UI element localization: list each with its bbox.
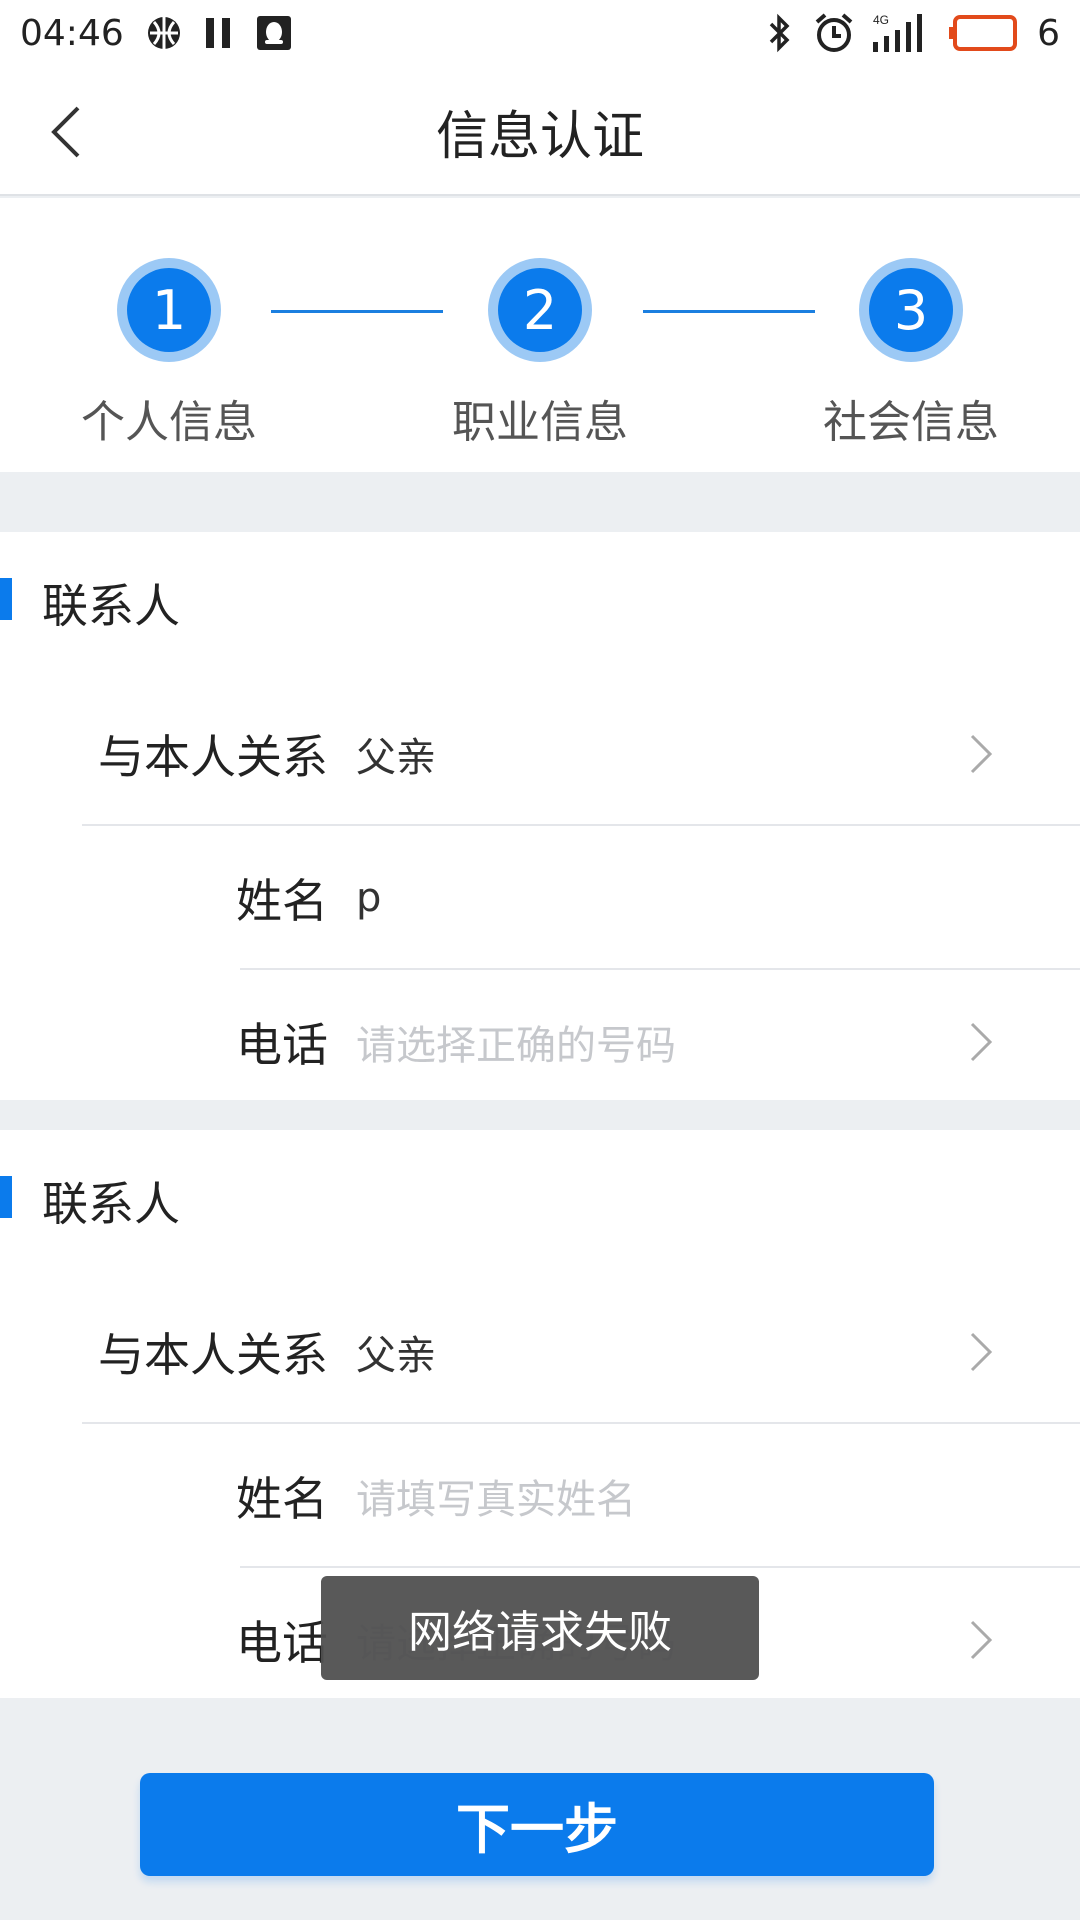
chevron-right-icon	[970, 1332, 993, 1372]
status-time: 04:46	[20, 12, 124, 54]
step-2-circle: 2	[488, 258, 592, 362]
step-3-number: 3	[869, 268, 953, 352]
chevron-right-icon	[970, 734, 993, 774]
back-button[interactable]	[36, 102, 96, 162]
name-row[interactable]: 姓名 请填写真实姓名	[0, 1424, 1080, 1568]
step-3-circle: 3	[859, 258, 963, 362]
relation-value: 父亲	[356, 735, 436, 781]
step-connector	[643, 310, 815, 313]
relation-label: 与本人关系	[98, 730, 328, 784]
name-label: 姓名	[236, 1472, 328, 1526]
relation-row[interactable]: 与本人关系 父亲	[0, 1280, 1080, 1424]
signal-icon: 4G	[873, 12, 931, 54]
section-header: 联系人	[0, 1130, 1080, 1280]
step-1-label: 个人信息	[81, 397, 257, 448]
name-input[interactable]: p	[356, 826, 381, 970]
chevron-left-icon	[51, 106, 80, 158]
phone-row[interactable]: 电话 请选择正确的号码	[0, 970, 1080, 1114]
section-title: 联系人	[42, 579, 180, 633]
relation-value: 父亲	[356, 1333, 436, 1379]
step-1: 1 个人信息	[69, 258, 269, 450]
app-screen: 04:46 4G 6 信息认证 1 个人信息 2 职业信息 3 社会信息 联系人…	[0, 0, 1080, 1920]
name-row[interactable]: 姓名 p	[0, 826, 1080, 970]
step-3-label: 社会信息	[823, 397, 999, 448]
chevron-right-icon	[970, 1022, 993, 1062]
step-indicator: 1 个人信息 2 职业信息 3 社会信息	[0, 198, 1080, 472]
bluetooth-icon	[765, 13, 795, 53]
step-connector	[271, 310, 443, 313]
status-bar: 04:46 4G 6	[0, 0, 1080, 66]
next-step-button[interactable]: 下一步	[140, 1773, 934, 1876]
battery-level: 6	[1037, 12, 1060, 54]
toast-message: 网络请求失败	[321, 1576, 759, 1680]
relation-label: 与本人关系	[98, 1328, 328, 1382]
step-3: 3 社会信息	[811, 258, 1011, 450]
name-label: 姓名	[236, 874, 328, 928]
step-2-number: 2	[498, 268, 582, 352]
svg-text:4G: 4G	[873, 13, 889, 27]
page-title: 信息认证	[435, 106, 644, 167]
section-header: 联系人	[0, 532, 1080, 682]
name-input[interactable]: 请填写真实姓名	[356, 1424, 636, 1568]
relation-row[interactable]: 与本人关系 父亲	[0, 682, 1080, 826]
step-1-number: 1	[127, 268, 211, 352]
section-accent-bar	[0, 578, 12, 620]
step-2: 2 职业信息	[440, 258, 640, 450]
pause-icon	[204, 16, 234, 50]
step-1-circle: 1	[117, 258, 221, 362]
phone-label: 电话	[236, 1018, 328, 1072]
phone-placeholder[interactable]: 请选择正确的号码	[356, 970, 676, 1114]
contact-section-1: 联系人 与本人关系 父亲 姓名 p 电话 请选择正确的号码	[0, 532, 1080, 1100]
battery-icon	[949, 14, 1019, 52]
nav-bar: 信息认证	[0, 66, 1080, 196]
section-title: 联系人	[42, 1177, 180, 1231]
section-accent-bar	[0, 1176, 12, 1218]
step-2-label: 职业信息	[452, 397, 628, 448]
qq-icon	[256, 15, 292, 51]
chevron-right-icon	[970, 1620, 993, 1660]
phone-label: 电话	[236, 1616, 328, 1670]
alarm-icon	[813, 12, 855, 54]
basketball-icon	[146, 15, 182, 51]
